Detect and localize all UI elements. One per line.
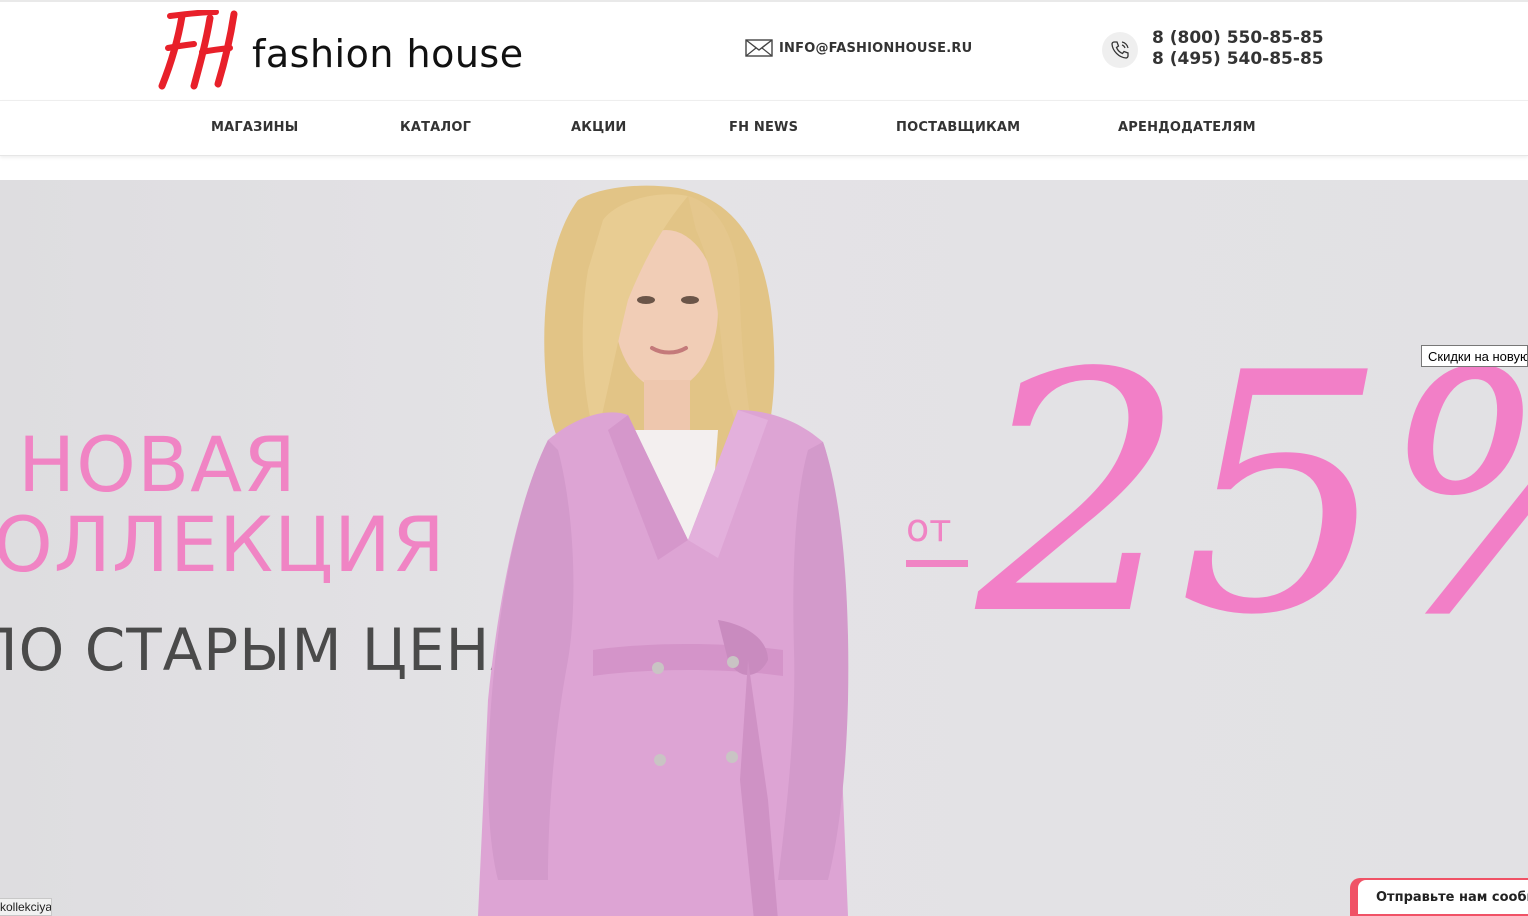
- nav-item-fh-news[interactable]: FH NEWS: [729, 120, 798, 135]
- fh-logo-mark: [158, 10, 238, 90]
- envelope-icon: [745, 39, 773, 57]
- model-photo: [478, 185, 849, 916]
- status-bar-url: kollekciya: [0, 898, 52, 916]
- send-message-widget[interactable]: Отправьте нам сообщение: [1350, 878, 1528, 916]
- hero-from-label: от: [906, 506, 952, 550]
- hero-headline-collection: КОЛЛЕКЦИЯ: [0, 500, 446, 589]
- hero-headline-new: НОВАЯ: [18, 420, 297, 509]
- phone-number-1[interactable]: 8 (800) 550-85-85: [1152, 28, 1352, 49]
- site-header: fashion house INFO@FASHIONHOUSE.RU 8 (80…: [0, 2, 1528, 98]
- hero-discount-percent: 25%: [976, 303, 1528, 687]
- nav-item-stores[interactable]: МАГАЗИНЫ: [211, 120, 298, 135]
- nav-item-catalog[interactable]: КАТАЛОГ: [400, 120, 471, 135]
- email-link[interactable]: INFO@FASHIONHOUSE.RU: [745, 38, 972, 58]
- send-message-label: Отправьте нам сообщение: [1376, 889, 1528, 905]
- nav-item-landlords[interactable]: АРЕНДОДАТЕЛЯМ: [1118, 120, 1256, 135]
- nav-item-promotions[interactable]: АКЦИИ: [571, 120, 627, 135]
- hero-from-underline: [906, 560, 968, 567]
- logo-text: fashion house: [252, 32, 524, 76]
- email-address: INFO@FASHIONHOUSE.RU: [779, 40, 973, 56]
- nav-item-suppliers[interactable]: ПОСТАВЩИКАМ: [896, 120, 1020, 135]
- send-message-button[interactable]: Отправьте нам сообщение: [1358, 880, 1528, 914]
- phone-numbers: 8 (800) 550-85-85 8 (495) 540-85-85: [1152, 28, 1352, 70]
- hero-banner[interactable]: НОВАЯ КОЛЛЕКЦИЯ ПО СТАРЫМ ЦЕНАМ: [0, 180, 1528, 916]
- site-logo[interactable]: fashion house: [156, 10, 523, 90]
- main-navigation: МАГАЗИНЫ КАТАЛОГ АКЦИИ FH NEWS ПОСТАВЩИК…: [0, 100, 1528, 156]
- banner-tooltip: Скидки на новую коллекцию: [1421, 345, 1528, 367]
- phone-icon: [1102, 32, 1138, 68]
- phone-number-2[interactable]: 8 (495) 540-85-85: [1152, 49, 1352, 70]
